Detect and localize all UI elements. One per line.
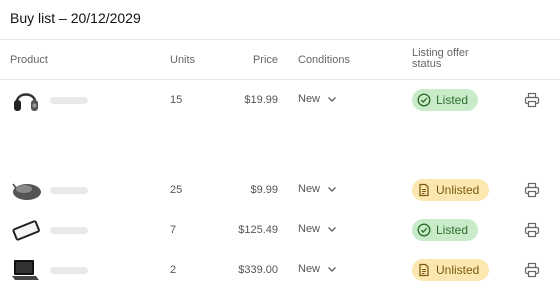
condition-value: New bbox=[298, 263, 321, 275]
column-header-product: Product bbox=[10, 54, 48, 66]
print-icon[interactable] bbox=[524, 262, 540, 278]
headphones-icon bbox=[14, 93, 38, 111]
print-icon[interactable] bbox=[524, 222, 540, 238]
check-circle-icon bbox=[417, 93, 431, 107]
condition-value: New bbox=[298, 223, 321, 235]
price-value: $19.99 bbox=[244, 94, 278, 106]
mouse-icon bbox=[12, 183, 41, 200]
column-header-units: Units bbox=[170, 54, 196, 66]
table-row: 25 $9.99 New Unlisted bbox=[0, 170, 560, 210]
chevron-down-icon bbox=[328, 187, 337, 192]
condition-select[interactable]: New bbox=[298, 183, 337, 195]
print-icon[interactable] bbox=[524, 182, 540, 198]
condition-select[interactable]: New bbox=[298, 93, 337, 105]
chevron-down-icon bbox=[328, 227, 337, 232]
table-row: 2 $339.00 New Unlisted bbox=[0, 250, 560, 290]
column-header-price: Price bbox=[252, 54, 278, 66]
condition-value: New bbox=[298, 183, 321, 195]
header-divider-top bbox=[0, 39, 560, 40]
laptop-icon bbox=[12, 260, 39, 280]
units-value: 15 bbox=[170, 94, 183, 106]
product-name-placeholder bbox=[50, 267, 88, 274]
price-value: $9.99 bbox=[250, 184, 278, 196]
status-label: Listed bbox=[436, 93, 469, 107]
print-icon[interactable] bbox=[524, 92, 540, 108]
document-icon bbox=[419, 263, 429, 277]
product-name-placeholder bbox=[50, 97, 88, 104]
status-label: Unlisted bbox=[436, 263, 480, 277]
table-row: 15 $19.99 New Listed bbox=[0, 80, 560, 120]
check-circle-icon bbox=[417, 223, 431, 237]
units-value: 2 bbox=[170, 264, 177, 276]
price-value: $125.49 bbox=[238, 224, 278, 236]
phone-icon bbox=[12, 220, 40, 241]
units-value: 7 bbox=[170, 224, 177, 236]
units-value: 25 bbox=[170, 184, 183, 196]
condition-select[interactable]: New bbox=[298, 263, 337, 275]
chevron-down-icon bbox=[328, 267, 337, 272]
status-label: Listed bbox=[436, 223, 469, 237]
column-header-status: Listing offer status bbox=[412, 48, 469, 70]
status-badge-listed: Listed bbox=[412, 219, 479, 241]
product-name-placeholder bbox=[50, 227, 88, 234]
price-value: $339.00 bbox=[238, 264, 278, 276]
table-row: 7 $125.49 New Listed bbox=[0, 210, 560, 250]
product-name-placeholder bbox=[50, 187, 88, 194]
document-icon bbox=[419, 183, 429, 197]
status-label: Unlisted bbox=[436, 183, 480, 197]
condition-select[interactable]: New bbox=[298, 223, 337, 235]
condition-value: New bbox=[298, 93, 321, 105]
status-badge-listed: Listed bbox=[412, 89, 479, 111]
status-badge-unlisted: Unlisted bbox=[412, 179, 490, 201]
status-badge-unlisted: Unlisted bbox=[412, 259, 490, 281]
column-header-status-line2: status bbox=[412, 58, 442, 70]
chevron-down-icon bbox=[328, 97, 337, 102]
page-title: Buy list – 20/12/2029 bbox=[10, 10, 141, 26]
column-header-conditions: Conditions bbox=[298, 54, 350, 66]
